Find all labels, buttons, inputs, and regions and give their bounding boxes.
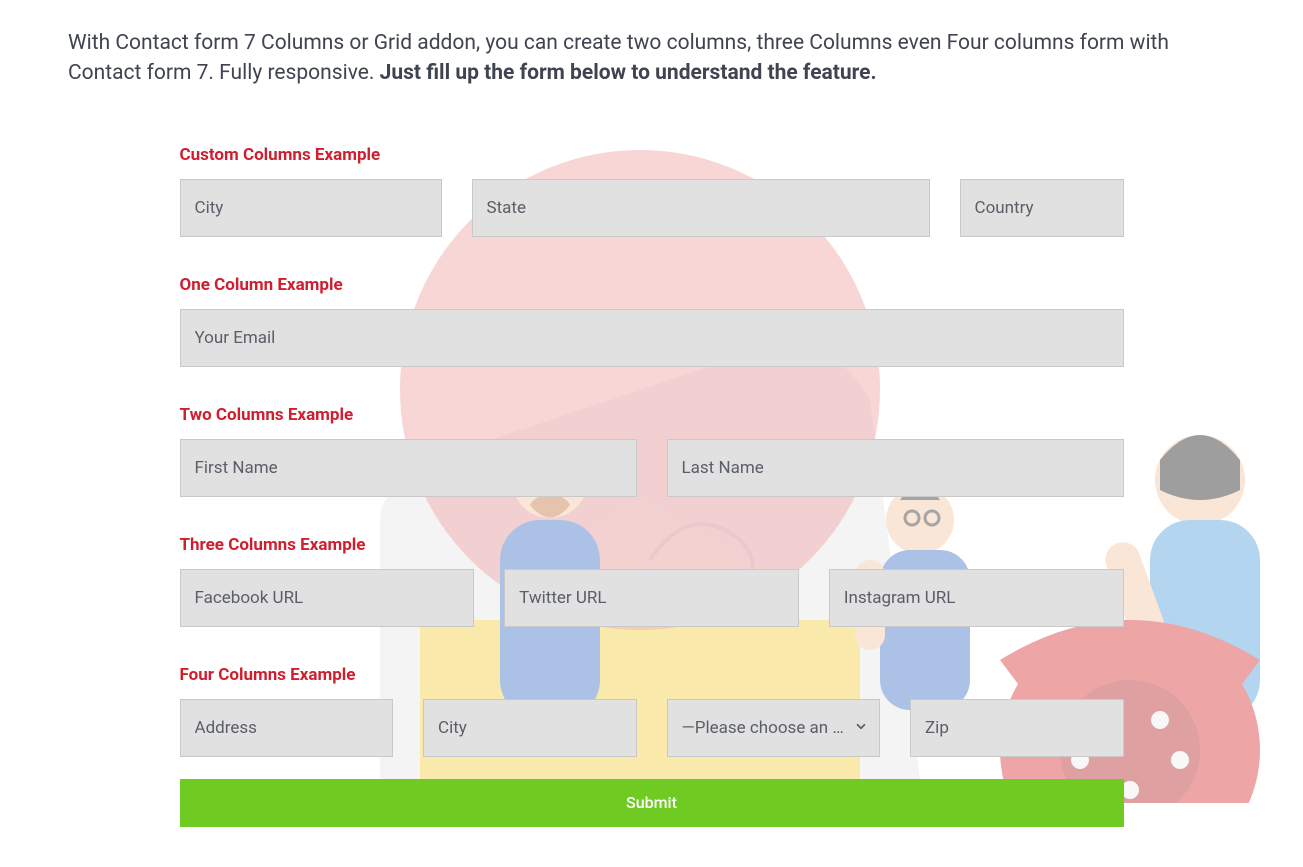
section-label-custom: Custom Columns Example [180, 145, 1124, 165]
row-one [180, 309, 1124, 367]
intro-bold: Just fill up the form below to understan… [380, 61, 877, 85]
email-input[interactable] [180, 309, 1124, 367]
first-name-input[interactable] [180, 439, 637, 497]
section-label-one: One Column Example [180, 275, 1124, 295]
state-input[interactable] [472, 179, 930, 237]
facebook-url-input[interactable] [180, 569, 475, 627]
twitter-url-input[interactable] [504, 569, 799, 627]
section-label-three: Three Columns Example [180, 535, 1124, 555]
section-label-four: Four Columns Example [180, 665, 1124, 685]
intro-text: With Contact form 7 Columns or Grid addo… [68, 28, 1235, 89]
instagram-url-input[interactable] [829, 569, 1124, 627]
row-three [180, 569, 1124, 627]
city-input[interactable] [180, 179, 442, 237]
last-name-input[interactable] [667, 439, 1124, 497]
demo-form: Custom Columns Example One Column Exampl… [180, 145, 1124, 827]
zip-input[interactable] [910, 699, 1124, 757]
row-four: —Please choose an option— [180, 699, 1124, 757]
address-input[interactable] [180, 699, 394, 757]
country-input[interactable] [960, 179, 1124, 237]
city2-input[interactable] [423, 699, 637, 757]
section-label-two: Two Columns Example [180, 405, 1124, 425]
row-custom [180, 179, 1124, 237]
row-two [180, 439, 1124, 497]
option-select[interactable]: —Please choose an option— [667, 699, 881, 757]
